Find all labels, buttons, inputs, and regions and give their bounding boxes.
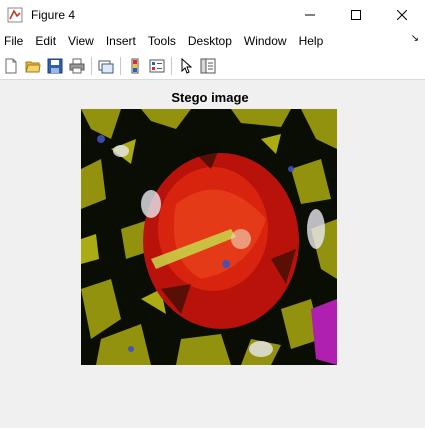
- matlab-figure-icon: [7, 7, 23, 23]
- menu-window[interactable]: Window: [238, 30, 293, 52]
- menu-file[interactable]: File: [0, 30, 29, 52]
- dock-figure-icon[interactable]: ↘: [411, 33, 419, 44]
- toolbar-separator: [91, 56, 92, 75]
- property-inspector-button[interactable]: [197, 55, 219, 77]
- menu-tools[interactable]: Tools: [142, 30, 182, 52]
- close-button[interactable]: [379, 0, 425, 30]
- property-inspector-icon: [200, 58, 216, 73]
- open-file-icon: [25, 61, 41, 72]
- open-file-button[interactable]: [22, 55, 44, 77]
- stego-image: [81, 109, 337, 365]
- save-icon: [47, 58, 63, 73]
- menubar: File Edit View Insert Tools Desktop Wind…: [0, 30, 425, 52]
- edit-plot-arrow-icon: [181, 57, 193, 74]
- maximize-icon: [351, 10, 361, 20]
- save-button[interactable]: [44, 55, 66, 77]
- minimize-icon: [305, 14, 315, 16]
- menu-view[interactable]: View: [62, 30, 100, 52]
- new-figure-icon: [5, 58, 17, 73]
- menu-edit[interactable]: Edit: [29, 30, 62, 52]
- window-title: Figure 4: [31, 8, 76, 22]
- insert-colorbar-icon: [131, 58, 139, 73]
- toolbar-separator: [171, 56, 172, 75]
- print-icon: [69, 58, 85, 73]
- stego-image-graphic: [81, 109, 337, 365]
- close-icon: [397, 10, 407, 20]
- toolbar-separator: [120, 56, 121, 75]
- insert-legend-icon: [149, 59, 165, 72]
- new-figure-button[interactable]: [0, 55, 22, 77]
- edit-plot-button[interactable]: [175, 55, 197, 77]
- link-plot-icon: [98, 60, 114, 73]
- figure-toolbar: [0, 52, 425, 80]
- window-titlebar[interactable]: Figure 4: [0, 0, 425, 30]
- print-button[interactable]: [66, 55, 88, 77]
- insert-legend-button[interactable]: [146, 55, 168, 77]
- menu-insert[interactable]: Insert: [100, 30, 142, 52]
- link-plot-button[interactable]: [95, 55, 117, 77]
- maximize-button[interactable]: [333, 0, 379, 30]
- minimize-button[interactable]: [287, 0, 333, 30]
- figure-canvas[interactable]: Stego image: [0, 81, 425, 428]
- axes-title: Stego image: [171, 90, 249, 105]
- insert-colorbar-button[interactable]: [124, 55, 146, 77]
- menu-desktop[interactable]: Desktop: [182, 30, 238, 52]
- menu-help[interactable]: Help: [293, 30, 330, 52]
